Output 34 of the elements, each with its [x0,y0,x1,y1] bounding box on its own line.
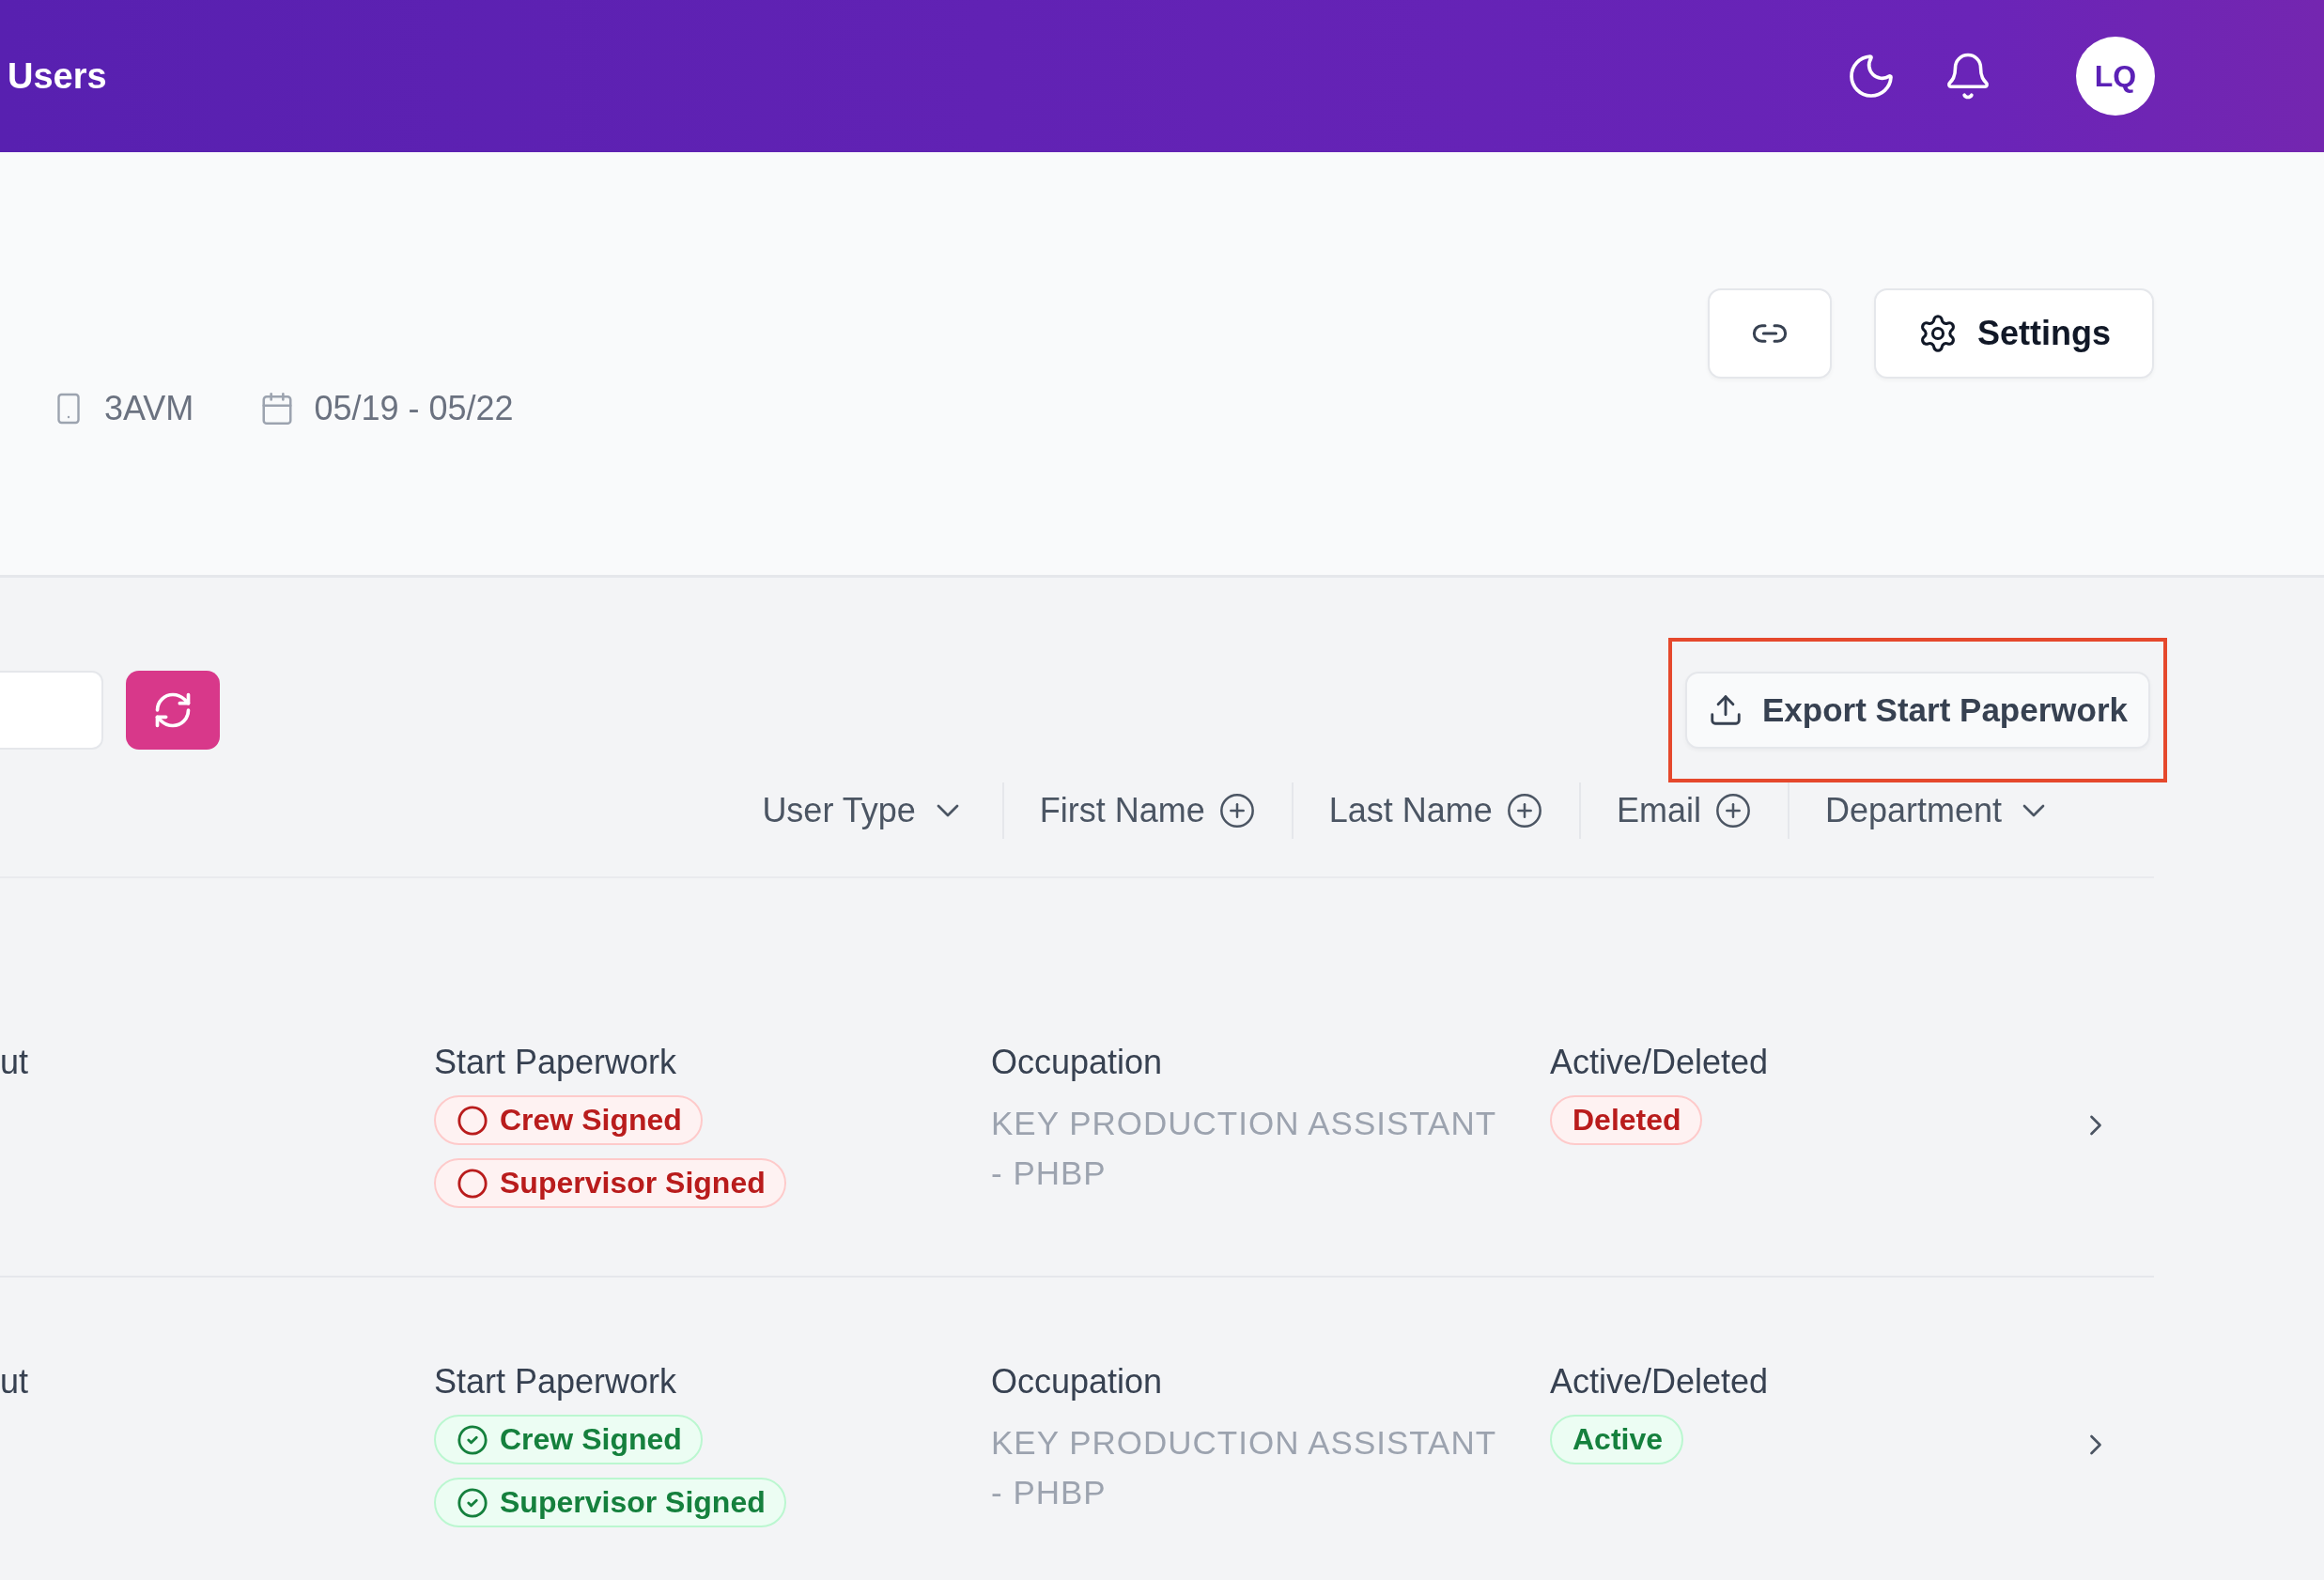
column-filter[interactable]: Email [1578,782,1788,839]
occupation-text: KEY PRODUCTION ASSISTANT - PHBP [991,1423,1497,1512]
plus-circle-icon [1713,792,1752,829]
column-label: Occupation [991,1043,1163,1082]
date-range: 05/19 - 05/22 [314,389,514,428]
plus-circle-icon [1217,792,1256,829]
refresh-button[interactable] [126,671,220,750]
upload-icon [1708,692,1743,728]
settings-button[interactable]: Settings [1874,288,2154,379]
column-label: ut [0,1362,30,1402]
occupation-text: KEY PRODUCTION ASSISTANT - PHBP [991,1104,1497,1193]
column-label: Start Paperwork [434,1043,677,1082]
page-title: Users [8,55,108,97]
column-label: Active/Deleted [1550,1362,1769,1402]
column-label: Active/Deleted [1550,1043,1769,1082]
signature-badge: Supervisor Signed [434,1478,786,1527]
column-filter[interactable]: Department [1787,782,2088,839]
signature-badge: Supervisor Signed [434,1158,786,1208]
column-filter[interactable]: First Name [1001,782,1292,839]
signature-badge: Crew Signed [434,1415,703,1464]
search-field[interactable] [0,671,103,750]
export-button[interactable]: Export Start Paperwork [1685,672,2150,749]
column-filter[interactable]: Last Name [1291,782,1579,839]
code-text: 3AVM [104,389,194,428]
column-label: Start Paperwork [434,1362,677,1402]
column-filter[interactable]: User Type [724,782,1002,839]
plus-circle-icon [1505,792,1543,829]
column-label: ut [0,1043,30,1083]
status-badge: Deleted [1550,1095,1702,1145]
status-badge: Active [1550,1415,1684,1464]
column-label: Occupation [991,1362,1163,1402]
signature-badge: Crew Signed [434,1095,703,1145]
link-button[interactable] [1708,288,1832,379]
user-avatar[interactable]: LQ [2076,37,2155,116]
